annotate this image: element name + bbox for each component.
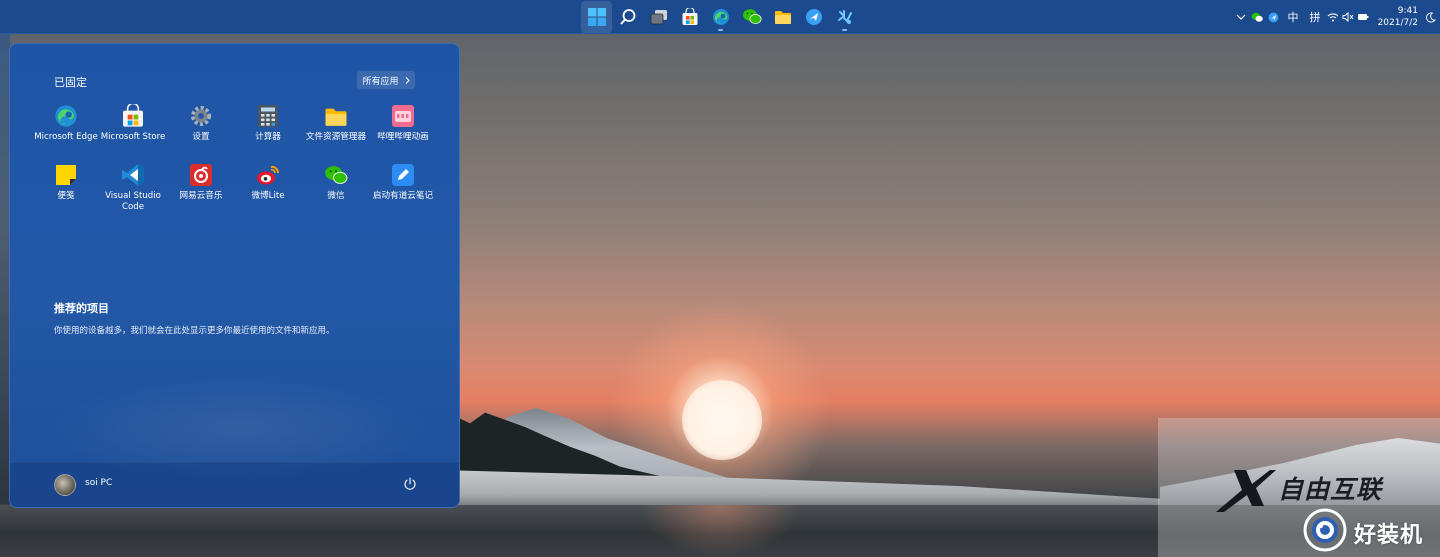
pinned-app-label: 微博Lite [251,191,285,201]
vscode-icon [122,164,144,186]
pinned-app-store[interactable]: Microsoft Store [99,104,167,143]
store-icon [123,104,143,127]
recommended-empty-text: 你使用的设备越多，我们就会在此处显示更多你最近使用的文件和新应用。 [54,326,335,336]
moon-icon [1425,11,1436,23]
taskbar-store-button[interactable] [674,1,705,33]
pinned-app-label: 便笺 [57,191,75,201]
wechat-icon [742,9,761,24]
taskbar-wechat-button[interactable] [736,1,767,33]
pinned-app-label: 启动有道云笔记 [372,191,434,201]
search-icon [619,9,635,25]
watermark-eye-logo-icon [1303,508,1347,552]
tray-input-language[interactable]: 中 [1282,0,1304,34]
taskbar-explorer-button[interactable] [767,1,798,33]
pinned-app-label: 文件资源管理器 [305,132,367,142]
wifi-icon [1327,13,1339,22]
tray-overflow-button[interactable] [1233,0,1249,34]
clock-time: 9:41 [1397,6,1418,16]
youdao-note-icon [392,164,414,186]
taskbar-task-view-button[interactable] [643,1,674,33]
tray-focus-assist[interactable] [1420,0,1440,34]
pinned-app-netease-music[interactable]: 网易云音乐 [167,163,235,202]
feishu-icon [1268,12,1278,22]
store-icon [682,8,697,25]
start-button[interactable] [581,1,612,33]
clock-date: 2021/7/2 [1377,18,1418,28]
pinned-app-label: 哔哩哔哩动画 [377,132,429,142]
wechat-icon [1251,12,1263,22]
taskbar-search-button[interactable] [612,1,643,33]
tray-feishu[interactable] [1264,0,1282,34]
pinned-app-label: Visual Studio Code [105,191,161,212]
power-icon [404,477,416,490]
pinned-app-label: 计算器 [255,132,281,142]
folder-icon [774,11,791,24]
pinned-app-edge[interactable]: Microsoft Edge [32,104,100,143]
chevron-right-icon [405,76,410,84]
settings-icon [191,106,211,126]
running-indicator [842,29,847,31]
taskbar-edge-button[interactable] [705,1,736,33]
start-menu-footer: soi PC [10,462,459,507]
taskbar-apps [581,1,860,33]
weibo-icon [257,165,280,185]
pinned-app-label: 设置 [192,132,210,142]
pinned-section-title: 已固定 [54,76,87,89]
system-tray: 中 拼 9:41 2021/7/2 [1233,0,1440,34]
watermark-brand-2: 好装机 [1354,523,1424,548]
pinned-app-label: Microsoft Edge [34,132,98,142]
bilibili-icon [392,105,414,127]
all-apps-button[interactable]: 所有应用 [357,71,415,89]
pinned-app-weibo-lite[interactable]: 微博Lite [234,163,302,202]
pinned-app-calculator[interactable]: 计算器 [234,104,302,143]
volume-muted-icon [1342,12,1354,22]
edge-icon [712,9,729,25]
tray-ime-mode[interactable]: 拼 [1304,0,1326,34]
power-button[interactable] [402,476,418,492]
feishu-icon [805,9,822,25]
battery-icon [1358,14,1369,20]
pinned-app-youdao-note[interactable]: 启动有道云笔记 [369,163,437,202]
folder-icon [325,108,347,126]
sun [682,380,762,460]
youdao-icon [837,10,852,24]
watermark-brand-1: 自由互联 [1278,475,1383,504]
pinned-app-settings[interactable]: 设置 [167,104,235,143]
pinned-app-sticky-notes[interactable]: 便笺 [32,163,100,202]
pinned-app-label: 网易云音乐 [179,191,223,201]
pinned-app-wechat[interactable]: 微信 [302,163,370,202]
user-name[interactable]: soi PC [85,478,112,488]
running-indicator [718,29,723,31]
chevron-up-icon [1236,14,1246,20]
windows-icon [587,8,606,26]
tray-volume[interactable] [1340,0,1356,34]
calculator-icon [258,105,278,127]
pinned-app-file-explorer[interactable]: 文件资源管理器 [302,104,370,143]
sun-reflection [640,505,800,557]
snowy-shore [440,470,1180,510]
tray-clock[interactable]: 9:41 2021/7/2 [1370,5,1420,29]
pinned-app-vscode[interactable]: Visual Studio Code [99,163,167,213]
taskbar: 中 拼 9:41 2021/7/2 [0,0,1440,34]
edge-icon [55,105,77,127]
tray-battery[interactable] [1356,0,1370,34]
start-menu: 已固定 所有应用 Microsoft Edge Microsoft Store … [9,43,460,508]
netease-music-icon [190,164,212,186]
pinned-app-bilibili[interactable]: 哔哩哔哩动画 [369,104,437,143]
task-view-icon [650,10,667,25]
all-apps-label: 所有应用 [362,76,399,87]
taskbar-feishu-button[interactable] [798,1,829,33]
sticky-notes-icon [56,165,76,185]
recommended-section-title: 推荐的项目 [54,302,109,315]
pinned-app-label: 微信 [327,191,345,201]
tray-wifi[interactable] [1326,0,1340,34]
taskbar-youdao-button[interactable] [829,1,860,33]
tray-wechat[interactable] [1249,0,1264,34]
user-avatar[interactable] [54,474,76,496]
pinned-app-label: Microsoft Store [100,132,166,142]
wechat-icon [325,165,348,184]
